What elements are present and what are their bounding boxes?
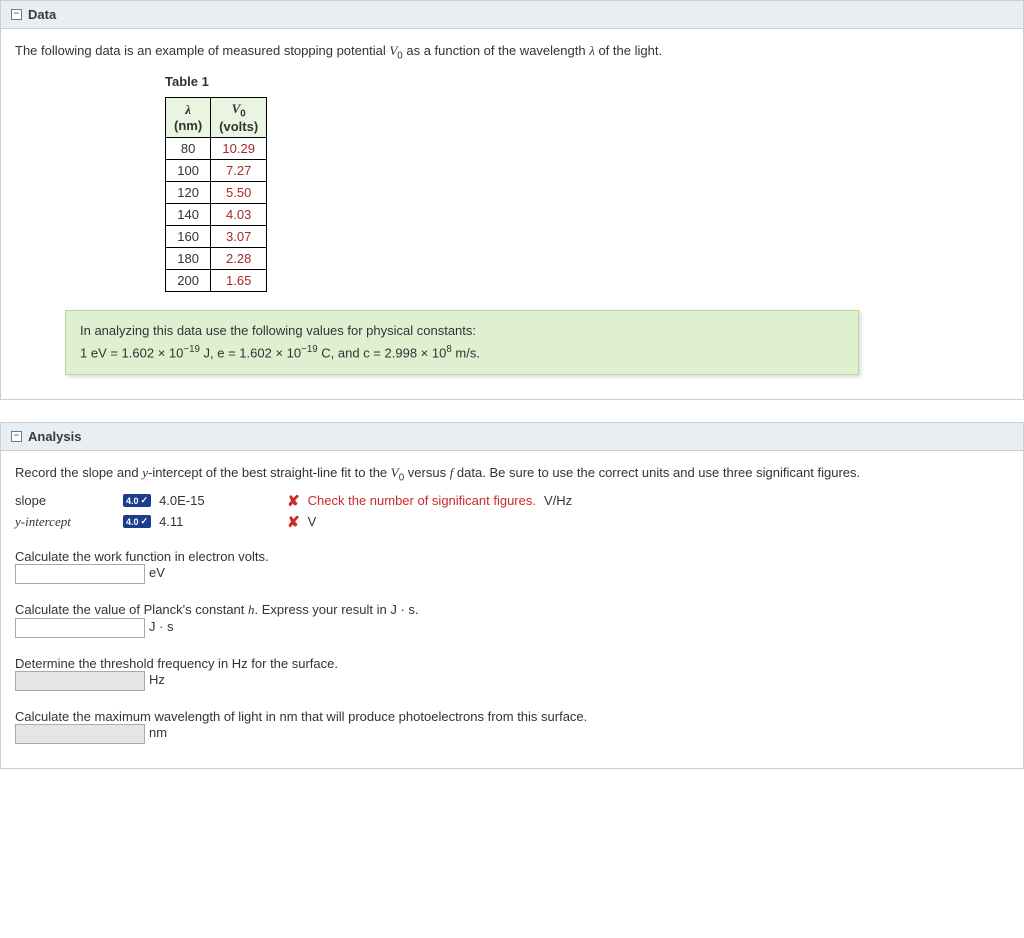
slope-value: 4.0E-15 bbox=[159, 493, 279, 508]
question-threshold: Determine the threshold frequency in Hz … bbox=[15, 656, 1009, 691]
table-row: 1007.27 bbox=[166, 160, 267, 182]
table-row: 2001.65 bbox=[166, 270, 267, 292]
work-function-input[interactable] bbox=[15, 564, 145, 584]
table-row: 1205.50 bbox=[166, 182, 267, 204]
section-title: Data bbox=[28, 7, 56, 22]
slope-unit: V/Hz bbox=[544, 493, 572, 508]
planck-input[interactable] bbox=[15, 618, 145, 638]
section-body-data: The following data is an example of meas… bbox=[0, 29, 1024, 400]
table-header-lambda: λ (nm) bbox=[166, 97, 211, 138]
x-icon: ✘ bbox=[287, 513, 300, 531]
section-header-analysis[interactable]: − Analysis bbox=[0, 422, 1024, 451]
table-row: 1802.28 bbox=[166, 248, 267, 270]
yintercept-value: 4.11 bbox=[159, 514, 279, 529]
table-row: 1404.03 bbox=[166, 204, 267, 226]
grade-badge: 4.0✓ bbox=[123, 515, 151, 528]
constants-box: In analyzing this data use the following… bbox=[65, 310, 859, 375]
section-title: Analysis bbox=[28, 429, 81, 444]
analysis-instructions: Record the slope and y-intercept of the … bbox=[15, 465, 1009, 484]
section-header-data[interactable]: − Data bbox=[0, 0, 1024, 29]
yintercept-unit: V bbox=[308, 514, 317, 529]
table-title: Table 1 bbox=[165, 74, 1009, 89]
question-planck: Calculate the value of Planck's constant… bbox=[15, 602, 1009, 638]
table-header-v0: V0 (volts) bbox=[211, 97, 267, 138]
table-row: 1603.07 bbox=[166, 226, 267, 248]
threshold-input[interactable] bbox=[15, 671, 145, 691]
maxwavelength-input[interactable] bbox=[15, 724, 145, 744]
collapse-icon[interactable]: − bbox=[11, 9, 22, 20]
slope-feedback: Check the number of significant figures. bbox=[308, 493, 536, 508]
collapse-icon[interactable]: − bbox=[11, 431, 22, 442]
check-icon: ✓ bbox=[141, 516, 149, 527]
table-row: 8010.29 bbox=[166, 138, 267, 160]
slope-row: slope 4.0✓ 4.0E-15 ✘ Check the number of… bbox=[15, 492, 1009, 510]
section-body-analysis: Record the slope and y-intercept of the … bbox=[0, 451, 1024, 769]
data-table: λ (nm) V0 (volts) 8010.29 1007.27 1205.5… bbox=[165, 97, 267, 293]
check-icon: ✓ bbox=[141, 495, 149, 506]
grade-badge: 4.0✓ bbox=[123, 494, 151, 507]
question-work-function: Calculate the work function in electron … bbox=[15, 549, 1009, 584]
intro-text: The following data is an example of meas… bbox=[15, 43, 1009, 62]
yintercept-row: y-intercept 4.0✓ 4.11 ✘ V bbox=[15, 513, 1009, 531]
x-icon: ✘ bbox=[287, 492, 300, 510]
question-maxwavelength: Calculate the maximum wavelength of ligh… bbox=[15, 709, 1009, 744]
